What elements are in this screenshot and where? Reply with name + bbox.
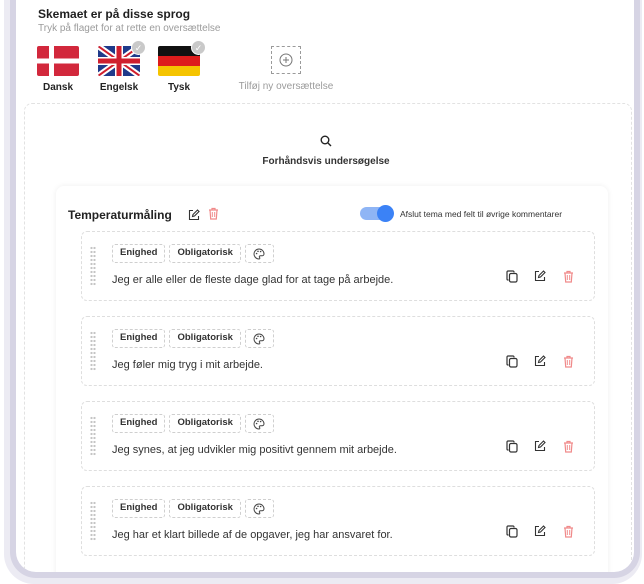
edit-icon bbox=[534, 525, 546, 537]
copy-question-button[interactable] bbox=[504, 268, 520, 284]
tag-required[interactable]: Obligatorisk bbox=[169, 329, 241, 348]
theme-title: Temperaturmåling bbox=[68, 208, 172, 222]
language-label: Dansk bbox=[42, 82, 73, 93]
question-card[interactable]: Enighed Obligatorisk Jeg er alle eller d… bbox=[81, 231, 595, 301]
add-translation-button[interactable]: Tilføj ny oversættelse bbox=[228, 46, 344, 92]
question-card[interactable]: Enighed Obligatorisk Jeg føler mig tryg … bbox=[81, 316, 595, 386]
question-text: Jeg har et klart billede af de opgaver, … bbox=[112, 529, 393, 541]
delete-question-button[interactable] bbox=[560, 523, 576, 539]
language-engelsk[interactable]: ✓ Engelsk bbox=[89, 40, 149, 93]
toggle-knob bbox=[377, 205, 394, 222]
copy-question-button[interactable] bbox=[504, 523, 520, 539]
preview-survey-label: Forhåndsvis undersøgelse bbox=[262, 156, 390, 167]
add-translation-label: Tilføj ny oversættelse bbox=[238, 81, 334, 92]
palette-icon bbox=[253, 247, 265, 260]
tag-scale[interactable]: Enighed bbox=[112, 499, 166, 518]
copy-question-button[interactable] bbox=[504, 438, 520, 454]
tag-scale[interactable]: Enighed bbox=[112, 244, 166, 263]
theme-header: Temperaturmåling Afslut tema med felt ti… bbox=[68, 205, 598, 226]
palette-icon bbox=[253, 502, 265, 515]
trash-icon bbox=[563, 525, 573, 538]
edit-icon bbox=[534, 440, 546, 452]
edit-theme-button[interactable] bbox=[188, 208, 200, 226]
check-icon: ✓ bbox=[191, 40, 206, 55]
tag-scale[interactable]: Enighed bbox=[112, 414, 166, 433]
edit-question-button[interactable] bbox=[532, 268, 548, 284]
check-icon: ✓ bbox=[131, 40, 146, 55]
edit-icon bbox=[534, 270, 546, 282]
palette-button[interactable] bbox=[244, 499, 274, 518]
tag-scale[interactable]: Enighed bbox=[112, 329, 166, 348]
app-window: Skemaet er på disse sprog Tryk på flaget… bbox=[10, 0, 640, 578]
question-text: Jeg synes, at jeg udvikler mig positivt … bbox=[112, 444, 397, 456]
languages-subtitle: Tryk på flaget for at rette en oversætte… bbox=[38, 23, 221, 34]
preview-survey-button[interactable]: Forhåndsvis undersøgelse bbox=[16, 134, 634, 167]
palette-icon bbox=[253, 332, 265, 345]
delete-question-button[interactable] bbox=[560, 268, 576, 284]
trash-icon bbox=[209, 207, 218, 220]
danish-flag-icon bbox=[37, 46, 79, 76]
copy-icon bbox=[506, 524, 518, 538]
end-theme-comments-toggle[interactable] bbox=[360, 205, 394, 222]
drag-handle-icon[interactable] bbox=[90, 501, 96, 541]
tag-required[interactable]: Obligatorisk bbox=[169, 499, 241, 518]
copy-icon bbox=[506, 269, 518, 283]
copy-question-button[interactable] bbox=[504, 353, 520, 369]
question-card[interactable]: Enighed Obligatorisk Jeg synes, at jeg u… bbox=[81, 401, 595, 471]
drag-handle-icon[interactable] bbox=[90, 246, 96, 286]
drag-handle-icon[interactable] bbox=[90, 416, 96, 456]
palette-button[interactable] bbox=[244, 329, 274, 348]
tag-required[interactable]: Obligatorisk bbox=[169, 244, 241, 263]
delete-theme-button[interactable] bbox=[208, 207, 219, 225]
question-card[interactable]: Enighed Obligatorisk Jeg har et klart bi… bbox=[81, 486, 595, 556]
edit-icon bbox=[188, 209, 200, 221]
languages-title: Skemaet er på disse sprog bbox=[38, 7, 191, 21]
tag-required[interactable]: Obligatorisk bbox=[169, 414, 241, 433]
edit-icon bbox=[534, 355, 546, 367]
toggle-label: Afslut tema med felt til øvrige kommenta… bbox=[400, 209, 563, 219]
copy-icon bbox=[506, 354, 518, 368]
trash-icon bbox=[563, 270, 573, 283]
edit-question-button[interactable] bbox=[532, 438, 548, 454]
drag-handle-icon[interactable] bbox=[90, 331, 96, 371]
delete-question-button[interactable] bbox=[560, 353, 576, 369]
question-text: Jeg er alle eller de fleste dage glad fo… bbox=[112, 274, 394, 286]
palette-button[interactable] bbox=[244, 244, 274, 263]
question-text: Jeg føler mig tryg i mit arbejde. bbox=[112, 359, 263, 371]
copy-icon bbox=[506, 439, 518, 453]
language-label: Tysk bbox=[167, 82, 191, 93]
edit-question-button[interactable] bbox=[532, 353, 548, 369]
add-translation-box[interactable] bbox=[271, 46, 301, 74]
search-icon bbox=[320, 135, 332, 147]
delete-question-button[interactable] bbox=[560, 438, 576, 454]
trash-icon bbox=[563, 440, 573, 453]
language-tysk[interactable]: ✓ Tysk bbox=[149, 40, 209, 93]
trash-icon bbox=[563, 355, 573, 368]
palette-icon bbox=[253, 417, 265, 430]
edit-question-button[interactable] bbox=[532, 523, 548, 539]
palette-button[interactable] bbox=[244, 414, 274, 433]
language-dansk[interactable]: Dansk bbox=[28, 46, 88, 93]
language-label: Engelsk bbox=[99, 82, 139, 93]
plus-circle-icon bbox=[279, 53, 293, 67]
